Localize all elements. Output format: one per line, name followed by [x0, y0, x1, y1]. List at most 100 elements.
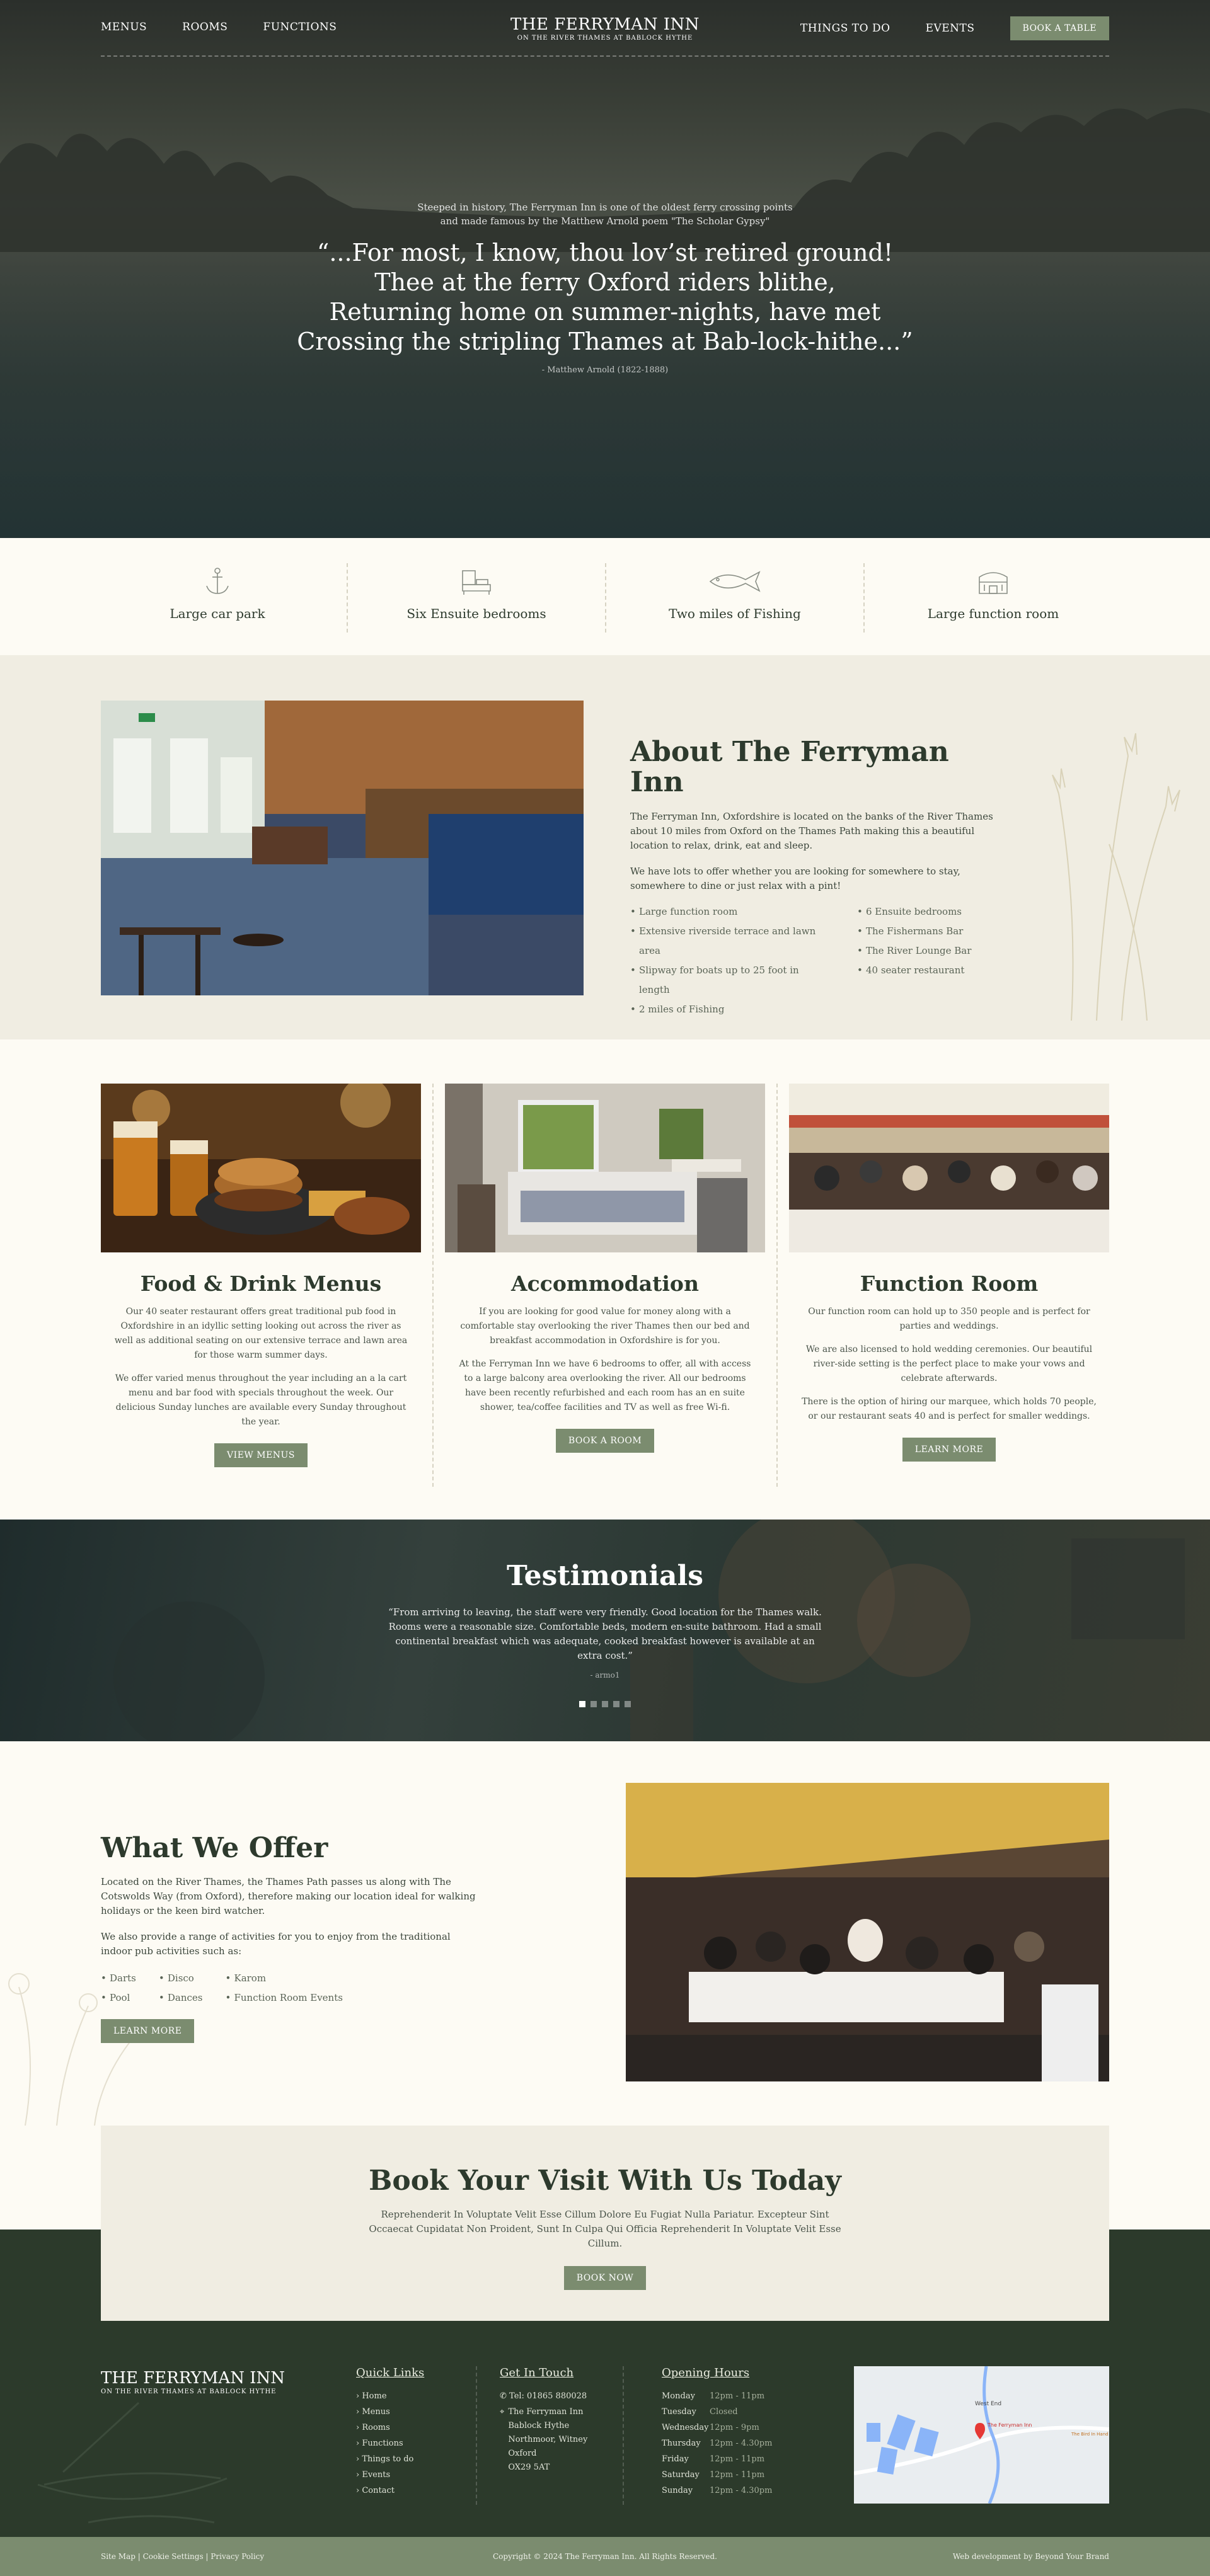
- quick-links-title: Quick Links: [356, 2366, 425, 2379]
- offer-paragraph: Located on the River Thames, the Thames …: [101, 1876, 476, 1917]
- book-table-button[interactable]: BOOK A TABLE: [1010, 16, 1109, 40]
- footer-link-things-to-do[interactable]: Things to do: [356, 2451, 424, 2467]
- list-item: 6 Ensuite bedrooms: [857, 902, 996, 922]
- list-item: Darts: [101, 1969, 136, 1988]
- card-divider: [776, 1084, 778, 1487]
- footer-link-contact[interactable]: Contact: [356, 2483, 424, 2499]
- logo-name: THE FERRYMAN INN: [510, 15, 700, 34]
- hours-time: 12pm - 11pm: [710, 2454, 765, 2464]
- slider-dot[interactable]: [579, 1701, 585, 1708]
- hours-time: 12pm - 9pm: [710, 2423, 759, 2432]
- footer-divider: [476, 2366, 477, 2505]
- hero-intro: Steeped in history, The Ferryman Inn is …: [417, 202, 793, 227]
- nav-things-to-do[interactable]: THINGS TO DO: [800, 22, 890, 35]
- footer-link-home[interactable]: Home: [356, 2388, 424, 2404]
- testimonial-author: - armo1: [590, 1671, 620, 1680]
- opening-hours: Opening Hours Monday 12pm - 11pm Tuesday C…: [662, 2366, 785, 2499]
- address-line: OX29 5AT: [508, 2463, 550, 2472]
- activities-list: Karom Function Room Events: [225, 1969, 342, 2008]
- contact-title: Get In Touch: [500, 2366, 574, 2379]
- nav-functions[interactable]: FUNCTIONS: [263, 21, 337, 33]
- footer-link-events[interactable]: Events: [356, 2467, 424, 2483]
- main-nav: MENUS ROOMS FUNCTIONS THE FERRYMAN INN O…: [101, 0, 1109, 57]
- hours-table: Monday 12pm - 11pm Tuesday Closed Wednesda…: [662, 2388, 785, 2499]
- book-title: Book Your Visit With Us Today: [369, 2165, 841, 2197]
- nav-rooms[interactable]: ROOMS: [182, 21, 228, 33]
- hours-time: 12pm - 4.30pm: [710, 2486, 773, 2495]
- logo-tagline: ON THE RIVER THAMES AT BABLOCK HYTHE: [517, 35, 693, 42]
- slider-dots: [0, 1701, 1210, 1708]
- feature-label: Two miles of Fishing: [669, 606, 801, 621]
- book-now-button[interactable]: BOOK NOW: [563, 2266, 647, 2291]
- feature-label: Large function room: [927, 606, 1059, 621]
- book-visit-panel: Book Your Visit With Us Today Reprehende…: [101, 2126, 1109, 2321]
- credit-link[interactable]: Web development by Beyond Your Brand: [953, 2552, 1109, 2561]
- food-card: Food & Drink Menus Our 40 seater restaur…: [101, 1077, 421, 1467]
- reeds-illustration: [1052, 733, 1180, 1021]
- about-text: About The Ferryman Inn The Ferryman Inn,…: [630, 736, 1008, 1019]
- view-menus-button[interactable]: VIEW MENUS: [214, 1443, 308, 1467]
- footer-logo[interactable]: THE FERRYMAN INN ON THE RIVER THAMES AT …: [101, 2370, 285, 2395]
- card-title: Accommodation: [511, 1271, 699, 1296]
- phone-icon: ✆: [500, 2391, 510, 2401]
- offer-paragraph: We also provide a range of activities fo…: [101, 1931, 451, 1957]
- slider-dot[interactable]: [613, 1701, 619, 1708]
- card-text: Our 40 seater restaurant offers great tr…: [114, 1307, 408, 1360]
- card-text: If you are looking for good value for mo…: [460, 1307, 750, 1346]
- card-title: Food & Drink Menus: [140, 1271, 382, 1296]
- map-label: The Bird In Hand: [1071, 2432, 1109, 2437]
- book-text: Reprehenderit In Voluptate Velit Esse Ci…: [369, 2209, 841, 2250]
- phone-row[interactable]: ✆ Tel: 01865 880028: [500, 2388, 587, 2404]
- learn-more-offer-button[interactable]: LEARN MORE: [101, 2019, 195, 2044]
- nav-menus[interactable]: MENUS: [101, 21, 147, 33]
- amenities-list: 6 Ensuite bedrooms The Fishermans Bar Th…: [857, 902, 996, 1019]
- pub-interior-photo: [101, 701, 584, 995]
- food-drink-photo: [101, 1077, 421, 1252]
- function-room-photo: [789, 1084, 1109, 1252]
- footer-link-menus[interactable]: Menus: [356, 2404, 424, 2420]
- what-we-offer-section: What We Offer Located on the River Thame…: [0, 1741, 1210, 2126]
- nav-events[interactable]: EVENTS: [926, 22, 975, 35]
- quote-line: Crossing the stripling Thames at Bab-loc…: [297, 328, 913, 355]
- list-item: 2 miles of Fishing: [630, 1000, 832, 1019]
- testimonials-title: Testimonials: [506, 1560, 704, 1592]
- hours-day: Saturday: [662, 2470, 700, 2480]
- activities-list: Darts Pool: [101, 1969, 136, 2008]
- card-text: There is the option of hiring our marque…: [802, 1397, 1097, 1421]
- testimonial-quote: “From arriving to leaving, the staff wer…: [388, 1606, 822, 1662]
- feature-bedrooms: Six Ensuite bedrooms: [347, 563, 605, 633]
- card-text: We offer varied menus throughout the yea…: [115, 1373, 407, 1427]
- card-divider: [432, 1084, 434, 1487]
- feature-car-park: Large car park: [88, 563, 347, 633]
- map-pin-icon: ⌖: [500, 2407, 505, 2417]
- address-line: Northmoor, Witney: [508, 2435, 588, 2444]
- hours-day: Tuesday: [662, 2407, 696, 2417]
- slider-dot[interactable]: [591, 1701, 597, 1708]
- card-text: At the Ferryman Inn we have 6 bedrooms t…: [459, 1359, 751, 1412]
- activities-list: Disco Dances: [159, 1969, 203, 2008]
- hours-day: Friday: [662, 2454, 689, 2464]
- footer-link-functions[interactable]: Functions: [356, 2436, 424, 2451]
- hero-content: Steeped in history, The Ferryman Inn is …: [0, 200, 1210, 375]
- footer-link-rooms[interactable]: Rooms: [356, 2420, 424, 2436]
- location-map[interactable]: West End The Ferryman Inn The Bird In Ha…: [854, 2366, 1109, 2504]
- book-room-button[interactable]: BOOK A ROOM: [555, 1429, 655, 1453]
- hours-time: 12pm - 11pm: [710, 2391, 765, 2401]
- testimonials-section: Testimonials “From arriving to leaving, …: [0, 1520, 1210, 1741]
- quote-line: Returning home on summer-nights, have me…: [329, 298, 881, 326]
- footer-logo-tagline: ON THE RIVER THAMES AT BABLOCK HYTHE: [101, 2388, 277, 2395]
- slider-dot[interactable]: [625, 1701, 631, 1708]
- list-item: The Fishermans Bar: [857, 922, 996, 941]
- hours-time: 12pm - 11pm: [710, 2470, 765, 2480]
- quote-line: Thee at the ferry Oxford riders blithe,: [374, 268, 836, 296]
- card-title: Function Room: [860, 1271, 1039, 1296]
- address-block: ⌖ The Ferryman Inn Bablock Hythe Northmo…: [500, 2405, 587, 2475]
- hours-day: Wednesday: [662, 2423, 709, 2432]
- hours-day: Sunday: [662, 2486, 693, 2495]
- learn-more-function-button[interactable]: LEARN MORE: [902, 1438, 996, 1462]
- site-logo[interactable]: THE FERRYMAN INN ON THE RIVER THAMES AT …: [510, 16, 700, 42]
- about-title: About The Ferryman Inn: [630, 736, 949, 799]
- feature-function-room: Large function room: [863, 563, 1122, 633]
- slider-dot[interactable]: [602, 1701, 608, 1708]
- footer-divider: [623, 2366, 624, 2505]
